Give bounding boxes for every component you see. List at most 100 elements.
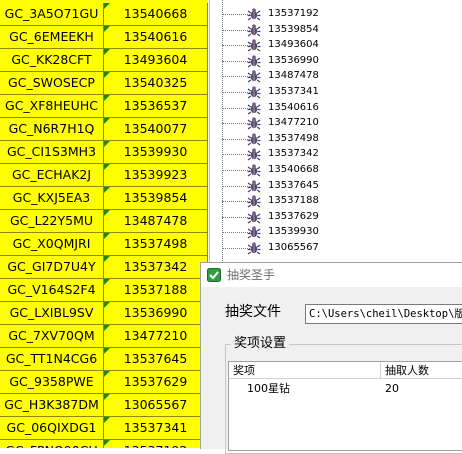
code-cell[interactable]: GC_06QIXDG1: [0, 417, 104, 439]
bug-icon: [247, 164, 261, 177]
sheet-row[interactable]: GC_6EMEEKH 13540616: [0, 26, 208, 49]
code-cell[interactable]: GC_TT1N4CG6: [0, 348, 104, 370]
sheet-row[interactable]: GC_06QIXDG1 13537341: [0, 417, 208, 440]
list-item[interactable]: 13537342: [210, 146, 446, 162]
code-cell[interactable]: GC_ECHAK2J: [0, 164, 104, 186]
column-header-count[interactable]: 抽取人数: [381, 362, 462, 379]
list-item[interactable]: 13493604: [210, 37, 446, 53]
code-cell[interactable]: GC_KK28CFT: [0, 49, 104, 71]
code-cell[interactable]: GC_SWOSECP: [0, 72, 104, 94]
list-item[interactable]: 13477210: [210, 115, 446, 131]
value-cell[interactable]: 13536990: [104, 302, 208, 324]
sheet-row[interactable]: GC_H3K387DM 13065567: [0, 394, 208, 417]
value-cell[interactable]: 13539854: [104, 187, 208, 209]
value-cell[interactable]: 13537342: [104, 256, 208, 278]
list-item-label: 13539930: [268, 226, 319, 238]
bug-icon: [247, 211, 261, 224]
sheet-row[interactable]: GC_7XV70QM 13477210: [0, 325, 208, 348]
value-cell[interactable]: 13493604: [104, 49, 208, 71]
value-cell[interactable]: 13537498: [104, 233, 208, 255]
bug-icon: [247, 148, 261, 161]
list-item[interactable]: 13540668: [210, 162, 446, 178]
list-item[interactable]: 13537341: [210, 84, 446, 100]
list-item[interactable]: 13540616: [210, 100, 446, 116]
code-cell[interactable]: GC_L22Y5MU: [0, 210, 104, 232]
list-item-label: 13537342: [268, 148, 319, 160]
sheet-row[interactable]: GC_ECHAK2J 13539923: [0, 164, 208, 187]
list-item[interactable]: 13537645: [210, 178, 446, 194]
list-item[interactable]: 13537629: [210, 209, 446, 225]
bug-icon: [247, 70, 261, 83]
bug-icon: [247, 226, 261, 239]
sheet-row[interactable]: GC_3A5O71GU 13540668: [0, 3, 208, 26]
code-cell[interactable]: GC_3A5O71GU: [0, 3, 104, 25]
prize-count[interactable]: 20: [385, 381, 399, 397]
sheet-row[interactable]: GC_KK28CFT 13493604: [0, 49, 208, 72]
sheet-row[interactable]: GC_9358PWE 13537629: [0, 371, 208, 394]
sheet-row[interactable]: GC_TT1N4CG6 13537645: [0, 348, 208, 371]
list-item[interactable]: 13537192: [210, 6, 446, 22]
value-cell[interactable]: 13540668: [104, 3, 208, 25]
list-item-label: 13487478: [268, 70, 319, 82]
bug-icon: [247, 23, 261, 37]
sheet-row[interactable]: GC_N6R7H1Q 13540077: [0, 118, 208, 141]
sheet-row[interactable]: GC_XF8HEUHC 13536537: [0, 95, 208, 118]
sheet-row[interactable]: GC_X0QMJRI 13537498: [0, 233, 208, 256]
list-item[interactable]: 13537498: [210, 131, 446, 147]
value-cell[interactable]: 13537629: [104, 371, 208, 393]
list-item[interactable]: 13539854: [210, 22, 446, 38]
value-cell[interactable]: 13537341: [104, 417, 208, 439]
list-item[interactable]: 13536990: [210, 53, 446, 69]
sheet-row[interactable]: GC_LXIBL9SV 13536990: [0, 302, 208, 325]
code-cell[interactable]: GC_6EMEEKH: [0, 26, 104, 48]
file-path-input[interactable]: C:\Users\cheil\Desktop\版块: [305, 304, 462, 324]
sheet-row[interactable]: GC_SWOSECP 13540325: [0, 72, 208, 95]
column-header-prize[interactable]: 奖项: [229, 362, 381, 379]
list-item[interactable]: 13537188: [210, 193, 446, 209]
value-cell[interactable]: 13537645: [104, 348, 208, 370]
title-bar[interactable]: 抽奖圣手: [201, 263, 462, 287]
sheet-row[interactable]: GC_FPNQ90CH13537192: [0, 440, 208, 448]
list-item[interactable]: 13539930: [210, 224, 446, 240]
value-cell[interactable]: 13537188: [104, 279, 208, 301]
code-cell[interactable]: GC_LXIBL9SV: [0, 302, 104, 324]
bug-icon: [247, 101, 261, 115]
value-cell[interactable]: 13065567: [104, 394, 208, 416]
sheet-row[interactable]: GC_GI7D7U4Y 13537342: [0, 256, 208, 279]
value-cell[interactable]: 13539923: [104, 164, 208, 186]
value-cell[interactable]: 13536537: [104, 95, 208, 117]
bug-icon: [247, 55, 261, 68]
value-cell[interactable]: 13487478: [104, 210, 208, 232]
code-cell[interactable]: GC_9358PWE: [0, 371, 104, 393]
code-cell[interactable]: GC_X0QMJRI: [0, 233, 104, 255]
value-cell[interactable]: 13540616: [104, 26, 208, 48]
code-cell[interactable]: GC_7XV70QM: [0, 325, 104, 347]
list-item-label: 13537645: [268, 179, 319, 191]
list-item[interactable]: 13065567: [210, 240, 446, 256]
code-cell[interactable]: GC_XF8HEUHC: [0, 95, 104, 117]
list-item-label: 13537498: [268, 132, 319, 144]
list-item-label: 13539854: [268, 23, 319, 35]
code-cell[interactable]: GC_CI1S3MH3: [0, 141, 104, 163]
sheet-row[interactable]: GC_L22Y5MU 13487478: [0, 210, 208, 233]
value-cell[interactable]: 13477210: [104, 325, 208, 347]
code-cell[interactable]: GC_KXJ5EA3: [0, 187, 104, 209]
value-cell[interactable]: 13540077: [104, 118, 208, 140]
list-item-label: 13065567: [268, 242, 319, 253]
bug-icon: [247, 86, 261, 99]
code-cell[interactable]: GC_FPNQ90CH: [0, 440, 104, 448]
value-cell[interactable]: 13537192: [104, 440, 208, 448]
code-cell[interactable]: GC_N6R7H1Q: [0, 118, 104, 140]
code-cell[interactable]: GC_H3K387DM: [0, 394, 104, 416]
value-cell[interactable]: 13540325: [104, 72, 208, 94]
sheet-row[interactable]: GC_KXJ5EA3 13539854: [0, 187, 208, 210]
code-cell[interactable]: GC_GI7D7U4Y: [0, 256, 104, 278]
prize-table[interactable]: 奖项 抽取人数 100星钻 20: [228, 361, 462, 451]
list-item-label: 13540616: [268, 101, 319, 113]
sheet-row[interactable]: GC_V164S2F4 13537188: [0, 279, 208, 302]
sheet-row[interactable]: GC_CI1S3MH3 13539930: [0, 141, 208, 164]
list-item[interactable]: 13487478: [210, 68, 446, 84]
prize-name[interactable]: 100星钻: [247, 381, 290, 397]
value-cell[interactable]: 13539930: [104, 141, 208, 163]
code-cell[interactable]: GC_V164S2F4: [0, 279, 104, 301]
